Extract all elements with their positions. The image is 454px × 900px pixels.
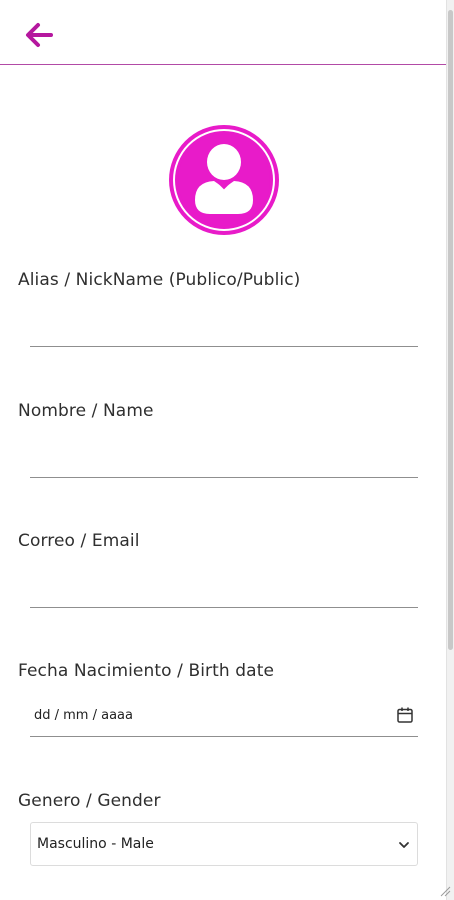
birth-date-label: Fecha Nacimiento / Birth date [18, 661, 275, 681]
name-input[interactable] [30, 447, 418, 478]
gender-select[interactable]: Masculino - Male [30, 822, 418, 866]
calendar-icon[interactable] [396, 706, 414, 724]
user-avatar-icon [169, 125, 279, 235]
top-bar [0, 0, 446, 65]
profile-avatar[interactable] [168, 124, 280, 236]
gender-label: Genero / Gender [18, 791, 161, 811]
arrow-left-icon [26, 23, 53, 47]
back-button[interactable] [22, 18, 56, 52]
vertical-scrollbar[interactable] [446, 0, 454, 900]
chevron-down-icon [399, 842, 409, 848]
resize-handle-icon[interactable] [438, 884, 452, 898]
name-label: Nombre / Name [18, 401, 154, 421]
birth-date-input[interactable]: dd / mm / aaaa [30, 698, 418, 737]
gender-selected-value: Masculino - Male [37, 836, 154, 852]
birth-date-placeholder: dd / mm / aaaa [34, 708, 133, 723]
email-label: Correo / Email [18, 531, 140, 551]
email-input[interactable] [30, 577, 418, 608]
alias-label: Alias / NickName (Publico/Public) [18, 270, 301, 290]
profile-form-screen: Alias / NickName (Publico/Public) Nombre… [0, 0, 446, 900]
alias-input[interactable] [30, 316, 418, 347]
scrollbar-thumb[interactable] [448, 10, 453, 650]
